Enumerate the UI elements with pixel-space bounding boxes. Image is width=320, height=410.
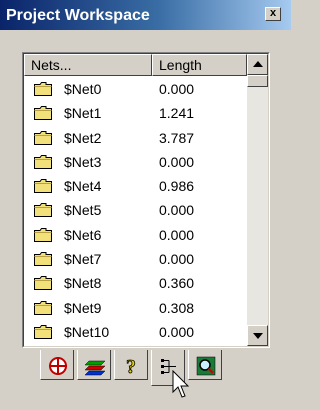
folder-icon [34, 324, 52, 339]
scroll-thumb[interactable] [247, 75, 268, 87]
scroll-down-button[interactable] [247, 325, 268, 346]
net-name: $Net8 [64, 275, 102, 292]
arrow-down-icon [253, 333, 263, 339]
net-length: 0.308 [159, 299, 195, 316]
list-item[interactable]: $Net5 0.000 [24, 198, 247, 222]
mouse-pointer-icon [172, 370, 190, 398]
net-name: $Net0 [64, 81, 102, 97]
net-name: $Net5 [64, 202, 102, 219]
net-length: 0.000 [159, 226, 195, 243]
folder-icon [34, 203, 52, 218]
net-length: 0.000 [159, 153, 195, 170]
net-length: 1.241 [159, 105, 195, 122]
tab-placement[interactable] [40, 350, 74, 380]
folder-icon [34, 252, 52, 267]
column-header-nets[interactable]: Nets... [24, 54, 152, 76]
help-icon: ? [126, 356, 137, 376]
workspace-tab-strip: ? [40, 350, 240, 386]
arrow-up-icon [253, 61, 263, 67]
search-board-icon [196, 356, 216, 376]
net-length: 3.787 [159, 129, 195, 146]
list-item[interactable]: $Net6 0.000 [24, 223, 247, 247]
list-item[interactable]: $Net7 0.000 [24, 247, 247, 271]
svg-text:?: ? [126, 356, 136, 376]
list-item[interactable]: $Net1 1.241 [24, 101, 247, 125]
tab-layers[interactable] [77, 350, 111, 380]
folder-icon [34, 276, 52, 291]
tab-help[interactable]: ? [114, 350, 148, 380]
scroll-up-button[interactable] [247, 54, 268, 75]
nets-list-panel: Nets... Length $Net0 0.000 $Net1 1.241 $Net2… [22, 52, 270, 348]
column-header-length[interactable]: Length [152, 54, 247, 76]
list-item[interactable]: $Net10 0.000 [24, 320, 247, 344]
net-name: $Net7 [64, 251, 102, 268]
tab-find[interactable] [188, 350, 222, 380]
folder-icon [34, 106, 52, 121]
crosshair-icon [49, 357, 67, 375]
folder-icon [34, 154, 52, 169]
list-header: Nets... Length [24, 54, 247, 76]
net-name: $Net6 [64, 226, 102, 243]
list-item[interactable]: $Net3 0.000 [24, 150, 247, 174]
net-length: 0.000 [159, 81, 195, 97]
folder-icon [34, 82, 52, 96]
net-name: $Net1 [64, 105, 102, 122]
net-length: 0.986 [159, 178, 195, 195]
folder-icon [34, 130, 52, 145]
vertical-scrollbar[interactable] [247, 54, 268, 346]
net-name: $Net2 [64, 129, 102, 146]
close-button[interactable]: x [265, 7, 281, 21]
net-length: 0.360 [159, 275, 195, 292]
window-title: Project Workspace [6, 7, 150, 24]
list-item[interactable]: $Net9 0.308 [24, 296, 247, 320]
net-length: 0.000 [159, 323, 195, 340]
list-item[interactable]: $Net8 0.360 [24, 271, 247, 295]
folder-icon [34, 179, 52, 194]
net-name: $Net9 [64, 299, 102, 316]
list-item[interactable]: $Net2 3.787 [24, 126, 247, 150]
net-name: $Net10 [64, 323, 110, 340]
list-item[interactable]: $Net4 0.986 [24, 174, 247, 198]
list-item[interactable]: $Net0 0.000 [24, 77, 247, 101]
title-bar: Project Workspace x [0, 0, 291, 30]
net-length: 0.000 [159, 202, 195, 219]
net-length: 0.000 [159, 251, 195, 268]
nets-list: $Net0 0.000 $Net1 1.241 $Net2 3.787 $Net3 0.000… [24, 77, 247, 344]
folder-icon [34, 300, 52, 315]
close-icon: x [269, 7, 277, 19]
net-name: $Net4 [64, 178, 102, 195]
net-name: $Net3 [64, 153, 102, 170]
layers-icon [85, 360, 106, 376]
folder-icon [34, 227, 52, 242]
